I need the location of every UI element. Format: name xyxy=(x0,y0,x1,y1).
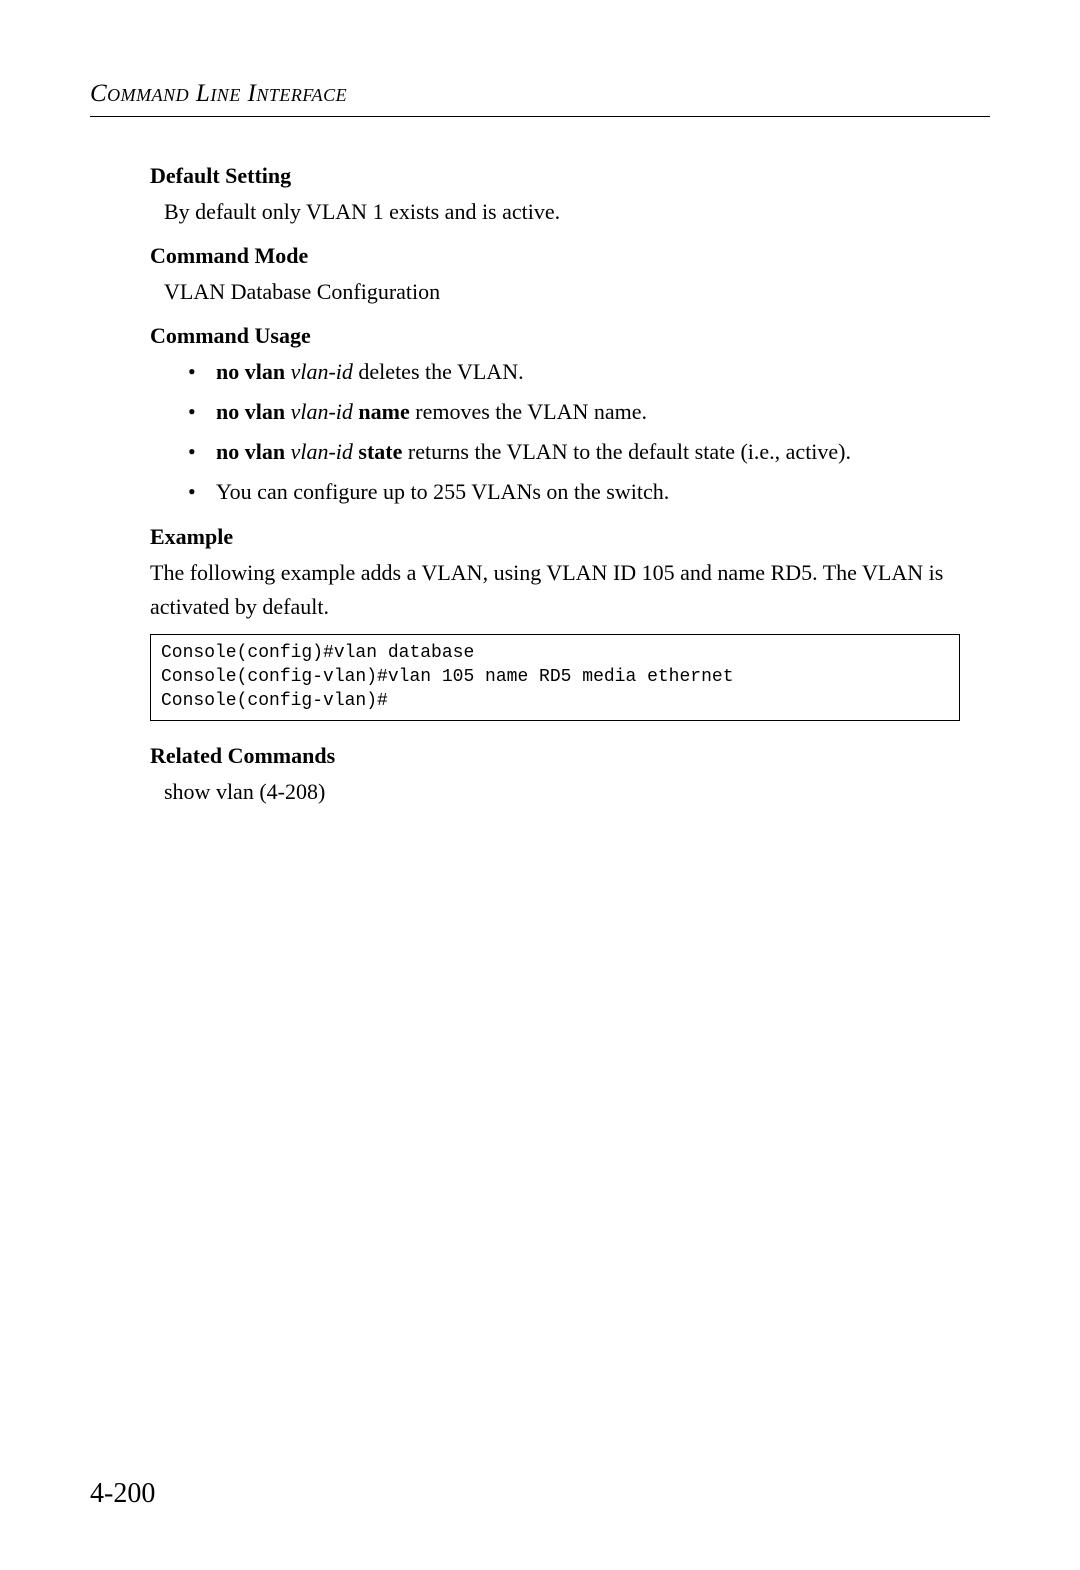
heading-example: Example xyxy=(150,524,960,550)
chapter-title: Command Line Interface xyxy=(90,80,990,117)
list-item: no vlan vlan-id state returns the VLAN t… xyxy=(188,435,960,469)
cmd-keyword: name xyxy=(353,399,410,424)
cmd-arg: vlan-id xyxy=(285,399,353,424)
code-example: Console(config)#vlan database Console(co… xyxy=(150,634,960,721)
cmd-desc: returns the VLAN to the default state (i… xyxy=(402,439,851,464)
cmd-keyword: no vlan xyxy=(216,359,285,384)
heading-command-mode: Command Mode xyxy=(150,243,960,269)
text-default-setting: By default only VLAN 1 exists and is act… xyxy=(150,195,960,229)
text-related-commands: show vlan (4-208) xyxy=(150,775,960,809)
cmd-keyword: state xyxy=(353,439,402,464)
text-command-mode: VLAN Database Configuration xyxy=(150,275,960,309)
page-number: 4-200 xyxy=(90,1478,155,1510)
cmd-arg: vlan-id xyxy=(285,359,353,384)
list-item: no vlan vlan-id name removes the VLAN na… xyxy=(188,395,960,429)
command-usage-list: no vlan vlan-id deletes the VLAN. no vla… xyxy=(150,355,960,509)
page-content: Default Setting By default only VLAN 1 e… xyxy=(90,163,990,809)
cmd-keyword: no vlan xyxy=(216,399,285,424)
heading-related-commands: Related Commands xyxy=(150,743,960,769)
cmd-arg: vlan-id xyxy=(285,439,353,464)
cmd-desc: You can configure up to 255 VLANs on the… xyxy=(216,479,669,504)
cmd-keyword: no vlan xyxy=(216,439,285,464)
cmd-desc: deletes the VLAN. xyxy=(353,359,524,384)
cmd-desc: removes the VLAN name. xyxy=(410,399,647,424)
list-item: You can configure up to 255 VLANs on the… xyxy=(188,475,960,509)
list-item: no vlan vlan-id deletes the VLAN. xyxy=(188,355,960,389)
heading-default-setting: Default Setting xyxy=(150,163,960,189)
text-example-intro: The following example adds a VLAN, using… xyxy=(150,556,960,624)
heading-command-usage: Command Usage xyxy=(150,323,960,349)
